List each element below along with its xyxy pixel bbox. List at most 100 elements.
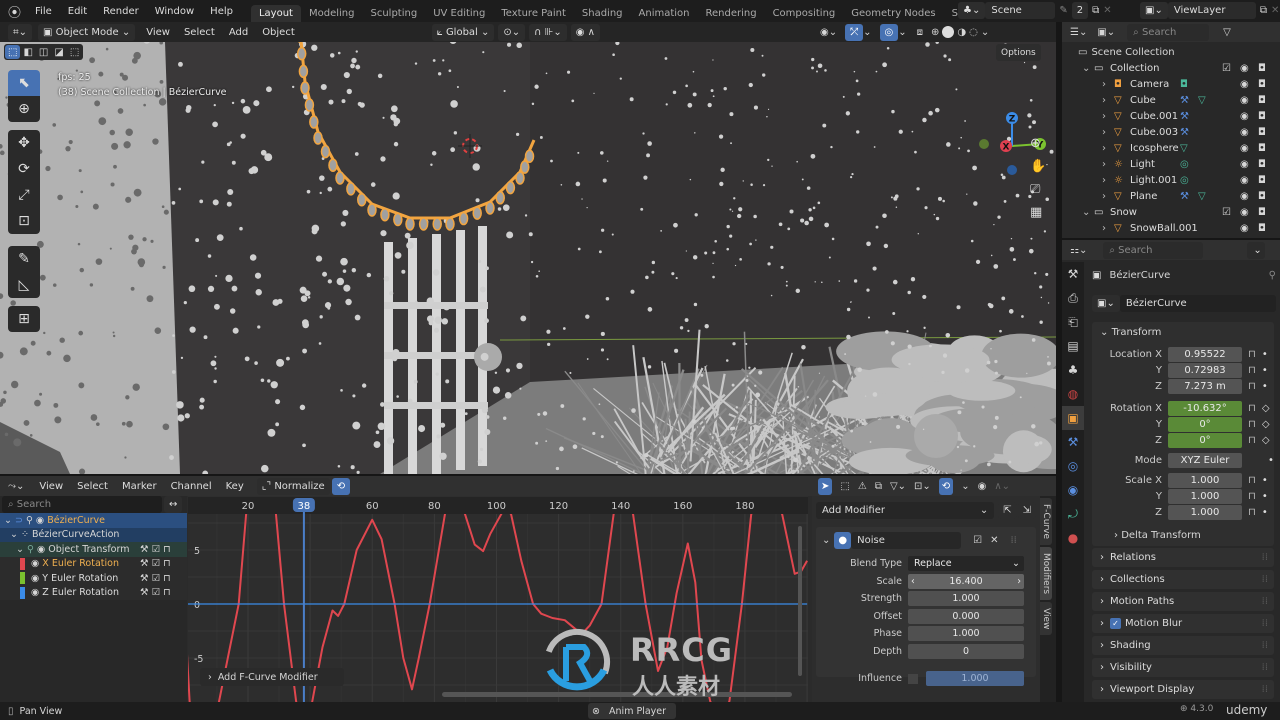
view-layer-tab-icon[interactable]: ▤ [1062, 334, 1084, 358]
camera-view-icon[interactable]: ⎚ [1030, 182, 1046, 197]
location-y-input[interactable]: 0.72983 [1168, 362, 1242, 378]
keyframe-diamond-icon[interactable]: ◇ [1262, 435, 1270, 446]
world-tab-icon[interactable]: ◍ [1062, 382, 1084, 406]
mesh-data-icon[interactable]: ▽ [1198, 191, 1206, 202]
create-ghost-curves-icon[interactable]: ⧉ [875, 481, 882, 492]
display-mode-icon[interactable]: ▣⌄ [1097, 27, 1115, 38]
drag-handle-icon[interactable]: ⁞⁞ [1262, 662, 1268, 673]
render-camera-icon[interactable]: ◘ [1258, 191, 1266, 202]
properties-options-dropdown[interactable]: ⌄ [1247, 241, 1266, 259]
outliner-item-cube[interactable]: › ▽ Cube ⚒ ▽ ◉ ◘ [1062, 92, 1280, 108]
modifier-wrench-icon[interactable]: ⚒ [140, 587, 149, 598]
channel-y-euler-rotation[interactable]: ◉ Y Euler Rotation ⚒ ☑ ⊓ [0, 571, 187, 586]
physics-tab-icon[interactable]: ◎ [1062, 454, 1084, 478]
modifier-icon[interactable]: ⚒ [1180, 111, 1189, 122]
select-subtract-icon[interactable]: ◫ [36, 47, 51, 58]
increment-icon[interactable]: › [1017, 574, 1024, 589]
overlay-dropdown-icon[interactable]: ⌄ [898, 27, 906, 38]
pivot-icon[interactable]: ⊙⌄ [498, 23, 526, 41]
lock-icon[interactable]: ⊓ [163, 558, 170, 569]
render-tab-icon[interactable]: ⎙ [1062, 286, 1084, 310]
cursor-tool-icon[interactable]: ⊕ [8, 96, 40, 122]
duplicate-view-layer-icon[interactable]: ⧉ [1256, 5, 1271, 16]
transform-tool-icon[interactable]: ⊡ [8, 208, 40, 234]
outliner-item-collection[interactable]: ⌄ ▭ Collection ☑ ◉ ◘ [1062, 60, 1280, 76]
workspace-tab-sculpting[interactable]: Sculpting [362, 5, 425, 22]
graph-menu-select[interactable]: Select [70, 481, 115, 492]
options-button[interactable]: Options [996, 44, 1041, 61]
scale-input[interactable]: ‹ › 16.400 [908, 573, 1024, 589]
eye-icon[interactable]: ◉ [1240, 191, 1249, 202]
modifier-tab-icon[interactable]: ⚒ [1062, 430, 1084, 454]
graph-menu-view[interactable]: View [32, 481, 70, 492]
light-data-icon[interactable]: ◎ [1180, 175, 1189, 186]
keyframe-dot-icon[interactable]: • [1262, 507, 1268, 518]
keyframe-dot-icon[interactable]: • [1262, 365, 1268, 376]
viewport-scene[interactable]: YZX [0, 42, 1056, 474]
workspace-tab-modeling[interactable]: Modeling [301, 5, 363, 22]
only-errors-icon[interactable]: ⚠ [858, 481, 867, 492]
drag-handle-icon[interactable]: ⁞⁞ [1262, 596, 1268, 607]
outliner-item-cube-003[interactable]: › ▽ Cube.003 ⚒ ◉ ◘ [1062, 124, 1280, 140]
drag-handle-icon[interactable]: ⁞⁞ [1262, 684, 1268, 695]
drag-handle-icon[interactable]: ⁞⁞ [1262, 618, 1268, 629]
delete-scene-icon[interactable]: ✕ [1103, 5, 1111, 16]
menu-render[interactable]: Render [95, 6, 147, 17]
auto-normalize-icon[interactable]: ⟲ [331, 477, 351, 495]
constraints-tab-icon[interactable]: ◉ [1062, 478, 1084, 502]
scale-y-input[interactable]: 1.000 [1168, 488, 1242, 504]
location-z-input[interactable]: 7.273 m [1168, 378, 1242, 394]
eye-icon[interactable]: ◉ [1240, 79, 1249, 90]
outliner-item-snow[interactable]: ⌄ ▭ Snow ☑ ◉ ◘ [1062, 204, 1280, 220]
chevron-right-icon[interactable]: › [1102, 223, 1106, 234]
drag-handle-icon[interactable]: ⁞⁞ [1262, 552, 1268, 563]
outliner-item-icosphere[interactable]: › ▽ Icosphere ▽ ◉ ◘ [1062, 140, 1280, 156]
drag-handle-icon[interactable]: ⁞⁞ [1262, 574, 1268, 585]
pin-properties-icon[interactable]: ⚲ [1269, 270, 1276, 281]
phase-input[interactable]: 1.000 [908, 626, 1024, 642]
modifier-name-field[interactable]: Noise [851, 531, 962, 549]
duplicate-scene-icon[interactable]: ⧉ [1088, 5, 1103, 16]
outliner-editor-type-icon[interactable]: ☰⌄ [1070, 27, 1087, 38]
eye-icon[interactable]: ◉ [36, 515, 44, 526]
outliner-item-snowball-001[interactable]: › ▽ SnowBall.001 ◉ ◘ [1062, 220, 1280, 236]
tab-view[interactable]: View [1040, 602, 1052, 636]
drag-handle-icon[interactable]: ⁞⁞ [1010, 535, 1016, 546]
graph-menu-marker[interactable]: Marker [115, 481, 164, 492]
modifier-icon[interactable]: ⚒ [1180, 127, 1189, 138]
mesh-data-icon[interactable]: ▽ [1180, 143, 1188, 154]
eye-icon[interactable]: ◉ [1240, 175, 1249, 186]
overlay-toggle-icon[interactable]: ◎ [879, 23, 899, 41]
viewport-menu-select[interactable]: Select [177, 27, 222, 38]
channel-x-euler-rotation[interactable]: ◉ X Euler Rotation ⚒ ☑ ⊓ [0, 556, 187, 571]
scale-tool-icon[interactable]: ⤢ [8, 182, 40, 208]
outliner-search-input[interactable]: ⌕ Search [1127, 23, 1210, 41]
xray-icon[interactable]: ⧈ [917, 27, 923, 38]
mute-checkbox[interactable]: ☑ [152, 573, 161, 584]
eye-icon[interactable]: ◉ [1240, 127, 1249, 138]
falloff-icon[interactable]: ∧⌄ [994, 481, 1010, 492]
tab-fcurve[interactable]: F-Curve [1040, 498, 1052, 545]
mode-input[interactable]: XYZ Euler [1168, 452, 1242, 468]
graph-menu-key[interactable]: Key [219, 481, 251, 492]
render-camera-icon[interactable]: ◘ [1258, 95, 1266, 106]
horizontal-scrollbar[interactable] [442, 692, 792, 697]
copy-modifiers-icon[interactable]: ⇱ [998, 502, 1017, 519]
chevron-right-icon[interactable]: › [1102, 79, 1106, 90]
keyframe-dot-icon[interactable]: • [1262, 381, 1268, 392]
workspace-tab-animation[interactable]: Animation [631, 5, 698, 22]
chevron-right-icon[interactable]: › [1102, 95, 1106, 106]
lock-icon[interactable]: ⊓ [163, 573, 170, 584]
panel-shading[interactable]: › Shading ⁞⁞ [1092, 636, 1274, 655]
panel-collections[interactable]: › Collections ⁞⁞ [1092, 570, 1274, 589]
add-cube-tool-icon[interactable]: ⊞ [8, 306, 40, 332]
close-circle-icon[interactable]: ⊗ [592, 706, 600, 717]
lock-icon[interactable]: ⊓ [1248, 435, 1256, 446]
snap-magnet-icon[interactable]: ∩ ⊪⌄ [529, 23, 567, 41]
annotate-tool-icon[interactable]: ✎ [8, 246, 40, 272]
select-new-icon[interactable]: ⬚ [5, 45, 21, 59]
channel-search-input[interactable]: ⌕ Search [2, 496, 162, 513]
menu-edit[interactable]: Edit [60, 6, 95, 17]
object-browse-icon[interactable]: ▣⌄ [1092, 294, 1120, 312]
visibility-icon[interactable]: ◉⌄ [820, 27, 837, 38]
